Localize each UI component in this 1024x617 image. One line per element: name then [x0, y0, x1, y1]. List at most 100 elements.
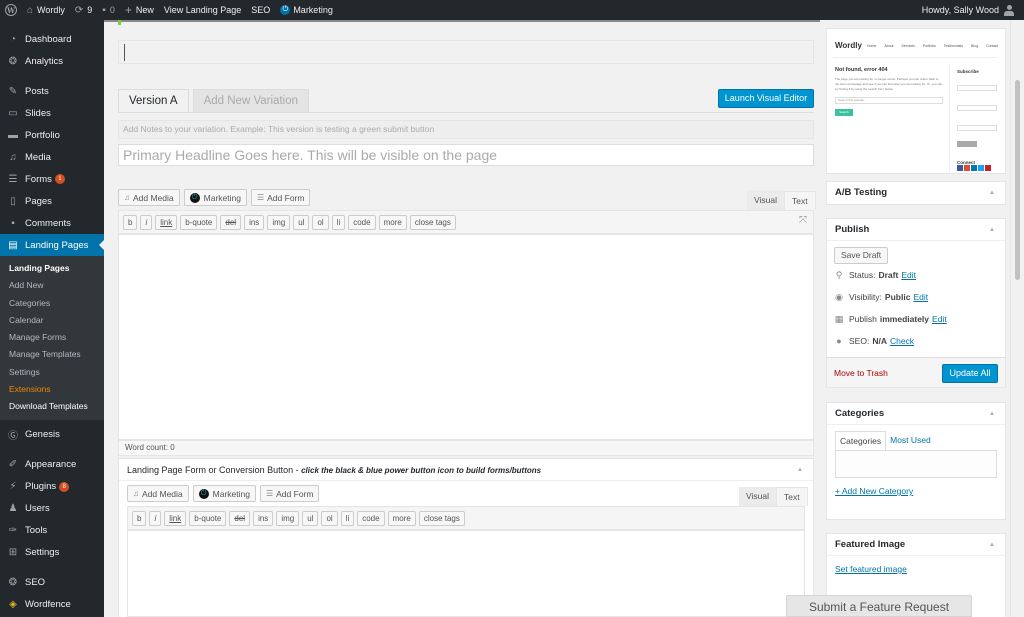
collapse-arrow-icon[interactable]: ▲: [989, 403, 995, 425]
form-content-editor[interactable]: [127, 530, 805, 617]
submenu-download-templates[interactable]: Download Templates: [0, 398, 104, 415]
qt-italic-button[interactable]: i: [149, 510, 162, 526]
variation-notes-input[interactable]: Add Notes to your variation. Example: Th…: [118, 120, 814, 139]
featured-image-header[interactable]: Featured Image ▲: [827, 534, 1005, 556]
tab-version-a[interactable]: Version A: [118, 89, 189, 112]
sidebar-item-dashboard[interactable]: ◔ Dashboard: [0, 28, 104, 50]
qt-li-button[interactable]: li: [340, 510, 355, 526]
fullscreen-icon[interactable]: ⤧: [799, 215, 807, 226]
sidebar-item-slides[interactable]: ▭ Slides: [0, 102, 104, 124]
qt-del-button[interactable]: del: [220, 214, 242, 230]
comments-link[interactable]: ▪ 0: [97, 0, 120, 20]
tab-visual[interactable]: Visual: [739, 487, 776, 506]
sidebar-item-settings[interactable]: ⊞ Settings: [0, 542, 104, 564]
title-input[interactable]: [118, 40, 814, 64]
qt-more-button[interactable]: more: [378, 214, 407, 230]
tab-most-used[interactable]: Most Used: [886, 431, 935, 450]
seo-link[interactable]: SEO: [246, 0, 275, 20]
new-content-link[interactable]: + New: [120, 0, 159, 20]
qt-ol-button[interactable]: ol: [321, 510, 338, 526]
qt-close-tags-button[interactable]: close tags: [409, 214, 456, 230]
view-landing-page-link[interactable]: View Landing Page: [159, 0, 246, 20]
sidebar-item-pages[interactable]: ▯ Pages: [0, 190, 104, 212]
sidebar-item-seo[interactable]: ❂ SEO: [0, 572, 104, 594]
add-form-button[interactable]: ☰ Add Form: [250, 189, 311, 206]
collapse-arrow-icon[interactable]: ▲: [989, 534, 995, 556]
sidebar-item-forms[interactable]: ☰ Forms 1: [0, 168, 104, 190]
save-draft-button[interactable]: Save Draft: [834, 247, 889, 264]
qt-ol-button[interactable]: ol: [312, 214, 329, 230]
submenu-extensions[interactable]: Extensions: [0, 381, 104, 398]
submenu-manage-templates[interactable]: Manage Templates: [0, 346, 104, 363]
qt-italic-button[interactable]: i: [140, 214, 153, 230]
qt-img-button[interactable]: img: [267, 214, 291, 230]
qt-del-button[interactable]: del: [229, 510, 251, 526]
page-scrollbar[interactable]: [1010, 20, 1024, 617]
marketing-button[interactable]: ⏻ Marketing: [192, 485, 256, 502]
collapse-arrow-icon[interactable]: ▲: [989, 219, 995, 241]
collapse-arrow-icon[interactable]: ▲: [989, 182, 995, 204]
updates-link[interactable]: ⟳ 9: [70, 0, 97, 20]
submenu-calendar[interactable]: Calendar: [0, 312, 104, 329]
update-all-button[interactable]: Update All: [942, 364, 998, 383]
template-preview[interactable]: Wordly Home About Services Portfolio Testimo…: [826, 28, 1006, 174]
marketing-link[interactable]: ⏻ Marketing: [275, 0, 338, 20]
qt-ins-button[interactable]: ins: [253, 510, 274, 526]
sidebar-item-wordfence[interactable]: ◈ Wordfence: [0, 594, 104, 616]
submenu-add-new[interactable]: Add New: [0, 277, 104, 294]
sidebar-item-users[interactable]: ♟ Users: [0, 498, 104, 520]
add-media-button[interactable]: ♫ Add Media: [118, 189, 180, 206]
tab-text[interactable]: Text: [776, 487, 808, 506]
qt-bquote-button[interactable]: b-quote: [180, 214, 218, 230]
qt-code-button[interactable]: code: [357, 510, 385, 526]
sidebar-item-analytics[interactable]: ❂ Analytics: [0, 50, 104, 72]
seo-check-link[interactable]: Check: [890, 330, 914, 352]
sidebar-item-appearance[interactable]: ✐ Appearance: [0, 454, 104, 476]
sidebar-item-media[interactable]: ♫ Media: [0, 146, 104, 168]
launch-visual-editor-button[interactable]: Launch Visual Editor: [718, 89, 814, 108]
site-name-link[interactable]: ⌂ Wordly: [22, 0, 70, 20]
sidebar-item-plugins[interactable]: ⚡ Plugins 8: [0, 476, 104, 498]
sidebar-item-genesis[interactable]: Ⓖ Genesis: [0, 424, 104, 446]
tab-add-new-variation[interactable]: Add New Variation: [192, 89, 309, 112]
set-featured-image-link[interactable]: Set featured image: [835, 564, 1005, 574]
qt-bquote-button[interactable]: b-quote: [189, 510, 227, 526]
qt-bold-button[interactable]: b: [132, 510, 147, 526]
categories-header[interactable]: Categories ▲: [827, 403, 1005, 425]
qt-bold-button[interactable]: b: [123, 214, 138, 230]
edit-date-link[interactable]: Edit: [932, 308, 947, 330]
sidebar-item-posts[interactable]: ✎ Posts: [0, 80, 104, 102]
tab-all-categories[interactable]: Categories: [835, 431, 887, 450]
lp-box-header[interactable]: Landing Page Form or Conversion Button -…: [119, 459, 813, 481]
qt-close-tags-button[interactable]: close tags: [418, 510, 465, 526]
move-to-trash-link[interactable]: Move to Trash: [834, 368, 888, 378]
sidebar-item-portfolio[interactable]: ▬ Portfolio: [0, 124, 104, 146]
tab-text[interactable]: Text: [784, 191, 816, 210]
qt-img-button[interactable]: img: [276, 510, 300, 526]
qt-code-button[interactable]: code: [348, 214, 376, 230]
add-form-button[interactable]: ☰ Add Form: [259, 485, 320, 502]
qt-ins-button[interactable]: ins: [244, 214, 265, 230]
primary-headline-input[interactable]: Primary Headline Goes here. This will be…: [118, 144, 814, 166]
submit-feature-request-button[interactable]: Submit a Feature Request: [786, 595, 972, 617]
qt-li-button[interactable]: li: [331, 214, 346, 230]
submenu-categories[interactable]: Categories: [0, 295, 104, 312]
sidebar-item-tools[interactable]: ✑ Tools: [0, 520, 104, 542]
submenu-manage-forms[interactable]: Manage Forms: [0, 329, 104, 346]
wp-logo-menu[interactable]: W: [0, 0, 22, 20]
tab-visual[interactable]: Visual: [747, 191, 784, 210]
sidebar-item-landing-pages[interactable]: ▤ Landing Pages: [0, 234, 104, 256]
qt-link-button[interactable]: link: [164, 510, 187, 526]
content-editor[interactable]: [118, 234, 814, 440]
qt-more-button[interactable]: more: [387, 510, 416, 526]
qt-link-button[interactable]: link: [155, 214, 178, 230]
add-new-category-link[interactable]: + Add New Category: [835, 486, 1005, 496]
submenu-landing-pages[interactable]: Landing Pages: [0, 260, 104, 277]
marketing-button[interactable]: ⏻ Marketing: [183, 189, 247, 206]
my-account-menu[interactable]: Howdy, Sally Wood: [922, 4, 1024, 16]
submenu-settings[interactable]: Settings: [0, 364, 104, 381]
add-media-button[interactable]: ♫ Add Media: [127, 485, 189, 502]
scrollbar-thumb[interactable]: [1015, 80, 1020, 280]
sidebar-item-comments[interactable]: ▪ Comments: [0, 212, 104, 234]
qt-ul-button[interactable]: ul: [302, 510, 319, 526]
